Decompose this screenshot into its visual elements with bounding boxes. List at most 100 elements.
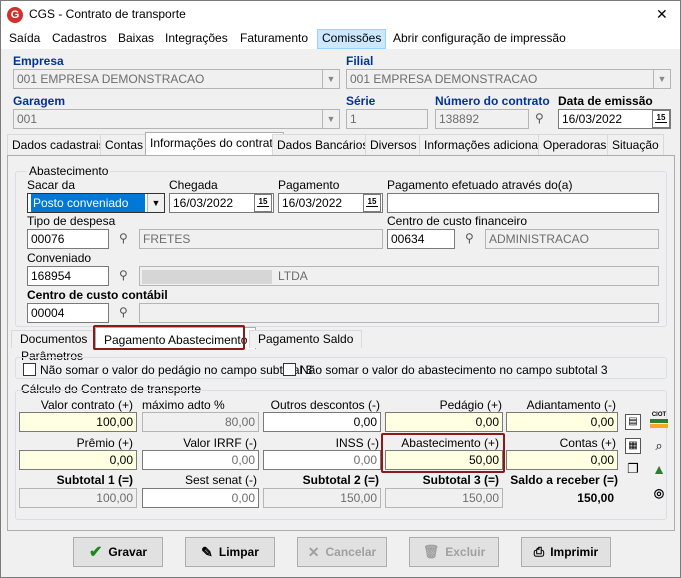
- valor-irrf-field[interactable]: 0,00: [142, 450, 259, 470]
- cancelar-button[interactable]: ✕ Cancelar: [297, 537, 387, 567]
- checkbox-nao-somar-abastecimento[interactable]: [283, 363, 296, 376]
- subtotal3-field: 150,00: [385, 488, 503, 508]
- menu-integracoes[interactable]: Integrações: [161, 29, 232, 49]
- sacar-select[interactable]: Posto conveniado: [27, 193, 165, 213]
- conveniado-code-field[interactable]: 168954: [27, 266, 109, 286]
- saldo-receber-label: Saldo a receber (=): [510, 473, 618, 487]
- data-emissao-label: Data de emissão: [558, 94, 653, 108]
- centro-fin-label: Centro de custo financeiro: [387, 214, 528, 228]
- valor-contrato-field[interactable]: 100,00: [19, 412, 137, 432]
- sest-senat-field[interactable]: 0,00: [142, 488, 259, 508]
- sacar-label: Sacar da: [27, 178, 76, 192]
- tab-dados-cadastrais[interactable]: Dados cadastrais: [7, 134, 110, 156]
- limpar-label: Limpar: [218, 545, 259, 559]
- subtab-documentos[interactable]: Documentos: [11, 330, 97, 348]
- binoculars-icon[interactable]: ⚲: [465, 231, 474, 245]
- check-icon: ✔: [88, 544, 103, 561]
- menu-comissoes[interactable]: Comissões: [317, 29, 387, 49]
- inss-field[interactable]: 0,00: [263, 450, 381, 470]
- title-bar: G CGS - Contrato de transporte ✕: [1, 1, 680, 29]
- checkbox-nao-somar-pedagio[interactable]: [23, 363, 36, 376]
- subtotal2-field: 150,00: [263, 488, 381, 508]
- document-list-icon[interactable]: ▦: [625, 438, 641, 454]
- centro-fin-code-field[interactable]: 00634: [387, 229, 455, 249]
- adiantamento-field[interactable]: 0,00: [506, 412, 618, 432]
- menu-saida[interactable]: Saída: [5, 29, 44, 49]
- tab-diversos[interactable]: Diversos: [365, 134, 422, 156]
- close-icon[interactable]: ✕: [656, 6, 668, 23]
- maximo-adto-label: máximo adto %: [142, 398, 225, 412]
- centro-fin-desc-field: ADMINISTRACAO: [485, 229, 659, 249]
- inss-label: INSS (-): [335, 436, 379, 450]
- menu-cadastros[interactable]: Cadastros: [48, 29, 111, 49]
- pedagio-label: Pedágio (+): [439, 398, 502, 412]
- search-document-icon[interactable]: ⌕: [650, 438, 668, 454]
- empresa-select[interactable]: 001 EMPRESA DEMONSTRACAO: [13, 69, 340, 89]
- main-tabs: Dados cadastrais Contas Informações do c…: [7, 132, 675, 156]
- contas-label: Contas (+): [559, 436, 616, 450]
- chevron-down-icon[interactable]: ▼: [322, 110, 339, 128]
- tab-dados-bancarios[interactable]: Dados Bancários: [272, 134, 374, 156]
- pag-efetuado-field[interactable]: [387, 193, 659, 213]
- subtotal1-field: 100,00: [19, 488, 137, 508]
- subtotal3-label: Subtotal 3 (=): [422, 473, 499, 487]
- binoculars-icon[interactable]: ⚲: [119, 268, 128, 282]
- imprimir-button[interactable]: ⎙ Imprimir: [521, 537, 611, 567]
- triangle-colors-icon[interactable]: ▲: [650, 461, 668, 477]
- excluir-button[interactable]: 🗑 Excluir: [409, 537, 499, 567]
- tab-contas[interactable]: Contas: [100, 134, 149, 156]
- chevron-down-icon[interactable]: ▼: [322, 70, 339, 88]
- checkbox-label-abastecimento: Não somar o valor do abastecimento no ca…: [300, 363, 608, 377]
- chegada-label: Chegada: [169, 178, 218, 192]
- centro-cont-code-field[interactable]: 00004: [27, 303, 109, 323]
- premio-field[interactable]: 0,00: [19, 450, 137, 470]
- saldo-receber-field: 150,00: [506, 488, 618, 508]
- numero-contrato-field[interactable]: 138892: [435, 109, 529, 129]
- main-window: G CGS - Contrato de transporte ✕ Saída C…: [0, 0, 681, 578]
- binoculars-icon[interactable]: ⚲: [535, 111, 544, 125]
- tab-informacoes-contrato[interactable]: Informações do contrato: [145, 132, 285, 156]
- tab-operadoras[interactable]: Operadoras: [538, 134, 612, 156]
- menu-baixas[interactable]: Baixas: [114, 29, 158, 49]
- calendar-icon[interactable]: 15: [363, 194, 381, 212]
- subtab-pagamento-saldo[interactable]: Pagamento Saldo: [249, 330, 363, 348]
- highlight-box-pagamento-abastecimento: [93, 325, 245, 350]
- subtotal1-label: Subtotal 1 (=): [56, 473, 133, 487]
- sacar-value: Posto conveniado: [31, 194, 145, 212]
- document-calc-icon[interactable]: ▤: [625, 414, 641, 430]
- ciot-icon[interactable]: CIOT: [650, 412, 668, 430]
- menu-faturamento[interactable]: Faturamento: [236, 29, 312, 49]
- calendar-icon[interactable]: 15: [254, 194, 272, 212]
- cancelar-label: Cancelar: [325, 545, 377, 559]
- chevron-down-icon[interactable]: ▼: [147, 194, 164, 212]
- outros-descontos-field[interactable]: 0,00: [263, 412, 381, 432]
- menu-bar: Saída Cadastros Baixas Integrações Fatur…: [1, 29, 680, 49]
- valor-contrato-label: Valor contrato (+): [40, 398, 133, 412]
- menu-abrir-config-impressao[interactable]: Abrir configuração de impressão: [389, 29, 570, 49]
- coins-icon[interactable]: ◎: [650, 485, 668, 501]
- gravar-button[interactable]: ✔ Gravar: [73, 537, 163, 567]
- copy-pages-icon[interactable]: ❐: [625, 461, 641, 477]
- tab-situacao[interactable]: Situação: [607, 134, 664, 156]
- binoculars-icon[interactable]: ⚲: [119, 305, 128, 319]
- tab-informacoes-adicionais[interactable]: Informações adicionais: [419, 134, 552, 156]
- tipo-despesa-label: Tipo de despesa: [27, 214, 116, 228]
- tipo-despesa-code-field[interactable]: 00076: [27, 229, 109, 249]
- filial-select[interactable]: 001 EMPRESA DEMONSTRACAO: [346, 69, 671, 89]
- maximo-adto-field: 80,00: [142, 412, 259, 432]
- garagem-select[interactable]: 001: [13, 109, 340, 129]
- pedagio-field[interactable]: 0,00: [385, 412, 503, 432]
- ciot-label: CIOT: [651, 412, 667, 418]
- cancel-icon: ✕: [307, 543, 320, 560]
- printer-icon: ⎙: [533, 544, 545, 559]
- adiantamento-label: Adiantamento (-): [526, 398, 616, 412]
- binoculars-icon[interactable]: ⚲: [119, 231, 128, 245]
- contas-field[interactable]: 0,00: [506, 450, 618, 470]
- chevron-down-icon[interactable]: ▼: [653, 70, 670, 88]
- gravar-label: Gravar: [108, 545, 148, 559]
- calendar-icon[interactable]: 15: [652, 110, 670, 128]
- outros-descontos-label: Outros descontos (-): [270, 398, 380, 412]
- app-logo-icon: G: [7, 7, 23, 23]
- serie-field[interactable]: 1: [346, 109, 428, 129]
- limpar-button[interactable]: ✎ Limpar: [185, 537, 275, 567]
